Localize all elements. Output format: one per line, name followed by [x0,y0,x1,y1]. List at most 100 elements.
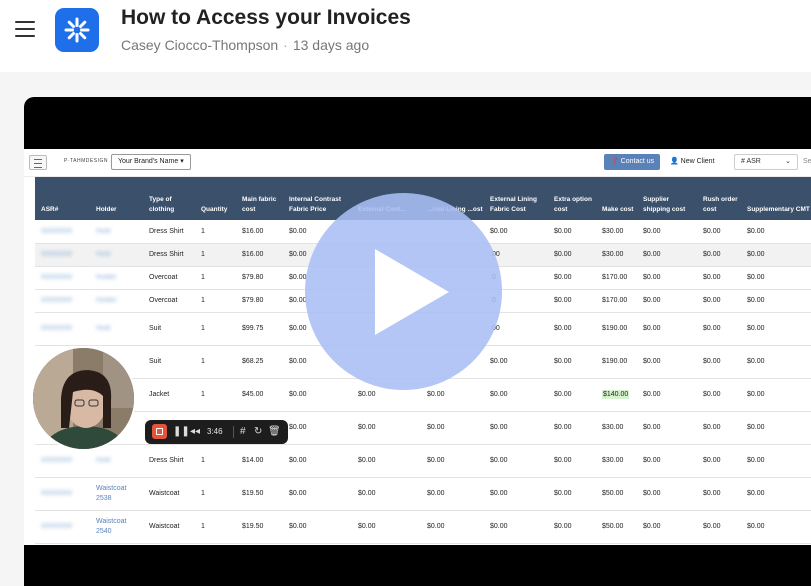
column-header[interactable]: Rush order cost [697,177,741,220]
cell-value: $0.00 [554,325,572,332]
cell-value: $0.00 [554,457,572,464]
cell-asr: 00000000 [35,312,90,346]
cell-value: $0.00 [358,523,376,530]
cell-value: 00000000 [41,325,73,332]
new-client-button[interactable]: 👤 New Client [670,154,715,170]
cell-rush: $0.00 [697,477,741,511]
pause-icon[interactable]: ❚❚ [173,420,190,444]
table-row[interactable]: 00000000 Waistcoat 2540 Waistcoat 1 $19.50 $0… [35,510,811,544]
column-header[interactable]: Main fabric cost [236,177,283,220]
cell-value: $0.00 [643,490,661,497]
cell-value: $0.00 [747,457,765,464]
app-menu-icon[interactable] [29,155,47,170]
cell-ilf: $0.00 [421,477,484,511]
cell-value: 00000000 [41,490,73,497]
cell-main: $79.80 [236,266,283,290]
cell-elf: $0.00 [484,444,548,478]
cell-extra: $0.00 [548,510,596,544]
app-logo-icon[interactable] [55,8,99,52]
cell-ecf: $0.00 [352,444,421,478]
cell-ecf: $0.00 [352,477,421,511]
cell-rush: $0.00 [697,220,741,244]
menu-icon[interactable] [15,21,35,37]
cell-value: $0.00 [643,424,661,431]
cell-value[interactable]: Waistcoat 2540 [96,518,126,534]
column-header[interactable]: Make cost [596,177,637,220]
cell-supp: $0.00 [741,411,811,445]
cell-make: $50.00 [596,477,637,511]
cell-value: $0.00 [427,391,445,398]
cell-qty: 1 [195,289,236,313]
cell-ship: $0.00 [637,289,697,313]
page-title: How to Access your Invoices [121,6,411,29]
play-button[interactable] [305,193,502,390]
cell-rush: $0.00 [697,378,741,412]
video-player[interactable]: P·TAHMDESIGN Your Brand's Name ▾ ❓ Conta… [24,97,811,586]
cell-asr: 00000000 [35,266,90,290]
cell-value: $79.80 [242,297,264,304]
cell-value: $0.00 [747,490,765,497]
cell-value: 1 [201,391,205,398]
cell-value: $170.00 [602,297,628,304]
cell-value: 1 [201,457,205,464]
column-header[interactable]: Quantity [195,177,236,220]
column-header[interactable]: Supplier shipping cost [637,177,697,220]
cell-rush: $0.00 [697,243,741,267]
cell-value: Hold [96,457,111,464]
cell-value: $0.00 [358,490,376,497]
cell-rush: $0.00 [697,345,741,379]
cell-supp: $0.00 [741,266,811,290]
asr-select[interactable]: # ASR ⌄ [734,154,798,170]
search-partial[interactable]: Se [803,154,811,170]
cell-rush: $0.00 [697,444,741,478]
cell-value: Overcoat [149,297,178,304]
cell-make: $190.00 [596,345,637,379]
column-header[interactable]: ASR# [35,177,90,220]
column-header[interactable]: Holder [90,177,143,220]
author-name[interactable]: Casey Ciocco-Thompson [121,37,278,53]
cell-make: $170.00 [596,266,637,290]
cell-qty: 1 [195,266,236,290]
cell-type: Suit [143,345,195,379]
cell-make: $190.00 [596,312,637,346]
presenter-camera-bubble[interactable] [31,346,136,451]
help-icon: ❓ [610,158,619,165]
cell-value: $50.00 [602,523,624,530]
column-header[interactable]: Extra option cost [548,177,596,220]
rewind-icon[interactable]: ◂◂ [190,420,200,444]
stop-recording-button[interactable] [152,424,167,439]
cell-value: $0.00 [703,297,721,304]
contact-us-button[interactable]: ❓ Contact us [604,154,661,170]
cell-qty: 1 [195,243,236,267]
cell-value: $0.00 [703,391,721,398]
cell-value: 1 [201,251,205,258]
cell-main: $45.00 [236,378,283,412]
cell-value[interactable]: Waistcoat 2538 [96,485,126,501]
caret-down-icon: ▾ [180,158,184,165]
cell-main: $68.25 [236,345,283,379]
grid-icon[interactable]: # [240,420,246,444]
cell-value: Suit [149,358,162,365]
cell-value: $0.00 [554,490,572,497]
table-row[interactable]: 00000000 Hold Dress Shirt 1 $14.00 $0.00 $0.00… [35,444,811,478]
cell-value: $0.00 [289,325,307,332]
cell-holder: Waistcoat 2538 [90,477,143,511]
cell-value: $170.00 [602,274,628,281]
cell-value: $0.00 [747,227,765,235]
column-header[interactable]: Supplementary CMT Cost [741,177,811,220]
cell-value: Dress Shirt [149,251,184,258]
cell-ilf: $0.00 [421,411,484,445]
cell-ship: $0.00 [637,411,697,445]
brand-select[interactable]: Your Brand's Name ▾ [111,154,191,170]
cell-value: $0.00 [703,274,721,281]
cell-value: $0.00 [703,358,721,365]
cell-value: Jacket [149,391,170,398]
restart-icon[interactable]: ↻ [254,420,262,444]
add-user-icon: 👤 [670,158,679,165]
cell-value: $0.00 [747,274,765,281]
column-header[interactable]: Type of clothing [143,177,195,220]
table-row[interactable]: 00000000 Waistcoat 2538 Waistcoat 1 $19.50 $0… [35,477,811,511]
cell-value: $0.00 [554,227,572,235]
trash-icon[interactable]: 🗑 [268,420,281,444]
cell-holder: Holder [90,266,143,290]
